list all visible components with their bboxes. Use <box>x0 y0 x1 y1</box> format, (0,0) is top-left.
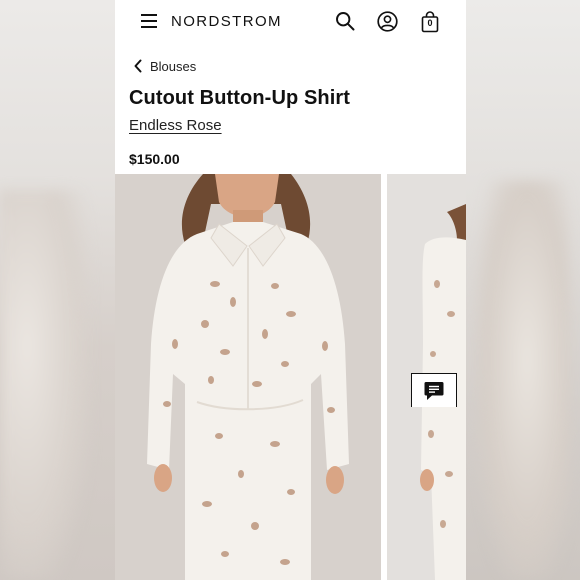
chevron-left-icon <box>134 59 142 73</box>
brand-logo[interactable]: NORDSTROM <box>171 13 282 30</box>
product-brand-link[interactable]: Endless Rose <box>129 117 222 134</box>
search-icon[interactable] <box>335 11 355 31</box>
chat-icon <box>424 381 444 400</box>
breadcrumb-label: Blouses <box>150 58 197 74</box>
product-page: NORDSTROM 0 Blouses Cutout Button-Up Shi… <box>115 0 466 580</box>
backdrop-right-blur <box>475 180 570 580</box>
chat-button[interactable] <box>411 373 457 407</box>
shopping-bag-icon[interactable]: 0 <box>421 11 439 33</box>
product-price: $150.00 <box>129 151 180 167</box>
product-title: Cutout Button-Up Shirt <box>129 87 351 109</box>
backdrop-left-blur <box>0 190 90 580</box>
breadcrumb[interactable]: Blouses <box>133 57 196 75</box>
top-navigation-bar: NORDSTROM 0 <box>115 0 466 44</box>
bag-count: 0 <box>427 18 433 28</box>
menu-icon[interactable] <box>141 14 157 28</box>
account-icon[interactable] <box>377 11 398 32</box>
model-front-photo[interactable] <box>115 174 381 580</box>
